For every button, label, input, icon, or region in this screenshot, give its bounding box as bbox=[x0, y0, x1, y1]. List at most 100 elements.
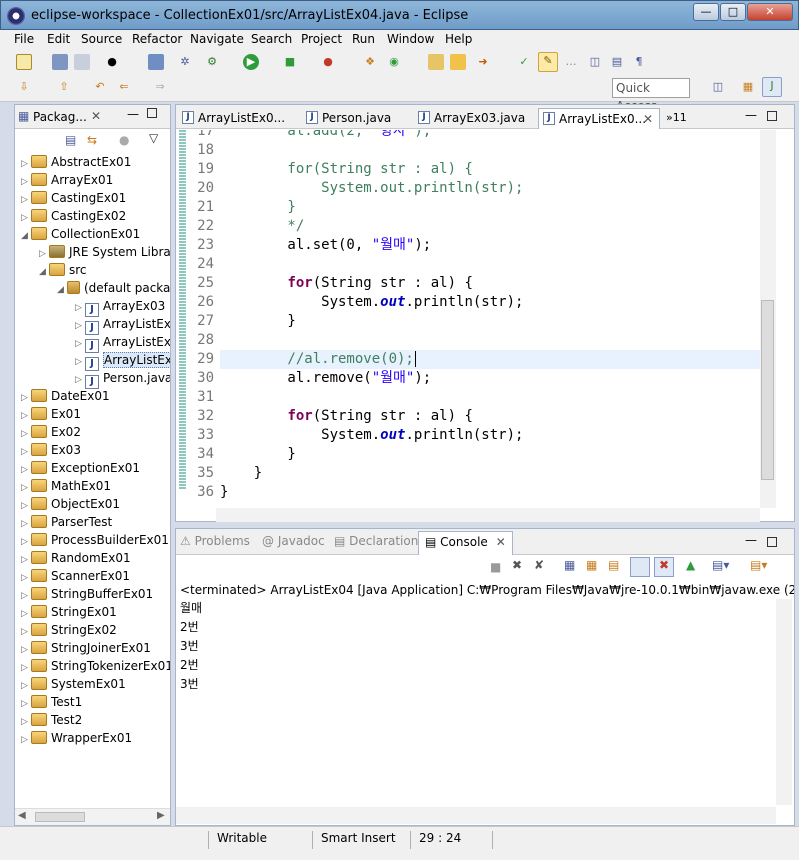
java-perspective-icon[interactable]: J bbox=[762, 77, 782, 97]
horizontal-scrollbar[interactable]: ◀ ▶ bbox=[15, 808, 170, 825]
tree-node[interactable]: ▷ CastingEx01 bbox=[21, 189, 126, 207]
minimize-view-icon[interactable]: — bbox=[127, 107, 139, 121]
editor-tab[interactable]: J Person.java bbox=[302, 108, 412, 129]
tree-node[interactable]: ▷ RandomEx01 bbox=[21, 549, 131, 567]
last-edit-location-icon[interactable]: ↶ bbox=[92, 79, 108, 95]
tree-node[interactable]: ▷ J Person.java bbox=[75, 369, 170, 389]
code-area[interactable]: 17 18 19 20 21 22 23 24 25 26 27 28 29 3… bbox=[176, 130, 794, 522]
menu-run[interactable]: Run bbox=[352, 32, 375, 46]
view-menu-icon[interactable]: ▽ bbox=[149, 131, 158, 145]
link-with-editor-icon[interactable]: ⇆ bbox=[87, 133, 97, 147]
minimize-view-icon[interactable]: — bbox=[745, 108, 757, 122]
close-icon[interactable]: ✕ bbox=[643, 109, 653, 129]
forward-icon[interactable]: ⇒ bbox=[152, 79, 168, 95]
pin-console-icon[interactable]: ▲ bbox=[686, 558, 695, 572]
display-console-icon[interactable]: ▤▾ bbox=[712, 558, 729, 572]
vertical-scrollbar[interactable] bbox=[760, 130, 776, 508]
open-folder-icon[interactable] bbox=[450, 54, 466, 70]
word-wrap-icon[interactable]: ▤ bbox=[609, 54, 625, 70]
tab-declaration[interactable]: ▤ Declaration bbox=[334, 534, 418, 548]
scroll-left-icon[interactable]: ◀ bbox=[18, 810, 26, 821]
clear-console-icon[interactable]: ▦ bbox=[564, 558, 575, 572]
show-on-error-icon[interactable]: ✖ bbox=[654, 557, 674, 577]
maximize-view-icon[interactable] bbox=[767, 537, 777, 547]
block-selection-icon[interactable]: … bbox=[563, 54, 579, 70]
open-type-icon[interactable] bbox=[428, 54, 444, 70]
maximize-view-icon[interactable] bbox=[767, 111, 777, 121]
previous-annotation-icon[interactable]: ⇧ bbox=[56, 79, 72, 95]
open-console-icon[interactable]: ▤▾ bbox=[750, 558, 767, 572]
tree-node[interactable]: ▷ J ArrayListEx bbox=[75, 333, 170, 353]
tab-overflow[interactable]: »11 bbox=[662, 108, 687, 129]
tree-node[interactable]: ▷ J ArrayListEx bbox=[75, 315, 170, 335]
menu-window[interactable]: Window bbox=[387, 32, 434, 46]
tree-node[interactable]: ▷ Ex02 bbox=[21, 423, 81, 441]
back-icon[interactable]: ⇐ bbox=[116, 79, 132, 95]
new-icon[interactable] bbox=[16, 54, 32, 70]
close-icon[interactable]: ✕ bbox=[496, 535, 506, 549]
tree-node[interactable]: ▷ ScannerEx01 bbox=[21, 567, 130, 585]
tab-javadoc[interactable]: @ Javadoc bbox=[262, 534, 325, 548]
maximize-view-icon[interactable] bbox=[147, 108, 157, 118]
menu-help[interactable]: Help bbox=[445, 32, 472, 46]
remove-all-terminated-icon[interactable]: ✘ bbox=[534, 558, 544, 572]
tree-node[interactable]: ▷ MathEx01 bbox=[21, 477, 111, 495]
menu-navigate[interactable]: Navigate bbox=[190, 32, 244, 46]
new-java-class-icon[interactable]: ◉ bbox=[386, 54, 402, 70]
tree-node[interactable]: ▷ StringJoinerEx01 bbox=[21, 639, 151, 657]
scroll-lock-icon[interactable]: ▦ bbox=[586, 558, 597, 572]
save-all-icon[interactable] bbox=[74, 54, 90, 70]
vertical-scrollbar[interactable] bbox=[776, 599, 792, 805]
close-button[interactable]: ✕ bbox=[747, 3, 793, 21]
tree-node[interactable]: ▷ Ex01 bbox=[21, 405, 81, 423]
word-wrap-icon[interactable]: ▤ bbox=[608, 558, 619, 572]
menu-refactor[interactable]: Refactor bbox=[132, 32, 182, 46]
user-icon[interactable]: ● bbox=[104, 54, 120, 70]
search-icon[interactable]: ➜ bbox=[475, 54, 491, 70]
tree-node[interactable]: ▷ WrapperEx01 bbox=[21, 729, 132, 747]
horizontal-scrollbar[interactable] bbox=[216, 508, 760, 522]
console-icon[interactable] bbox=[148, 54, 164, 70]
package-explorer-tab[interactable]: ▦ Packag... ✕ — bbox=[15, 105, 170, 129]
remove-launch-icon[interactable]: ✖ bbox=[512, 558, 522, 572]
tree-node[interactable]: ▷ StringEx02 bbox=[21, 621, 117, 639]
tree-node-selected[interactable]: ▷ J ArrayListEx bbox=[75, 351, 170, 371]
tree-node[interactable]: ▷ JRE System Librar bbox=[39, 243, 170, 261]
menu-source[interactable]: Source bbox=[81, 32, 122, 46]
tab-problems[interactable]: ⚠ Problems bbox=[180, 534, 250, 548]
coverage-icon[interactable]: ■ bbox=[282, 54, 298, 70]
close-icon[interactable]: ✕ bbox=[91, 109, 101, 123]
tree-node[interactable]: ▷ ProcessBuilderEx01 bbox=[21, 531, 169, 549]
editor-tab[interactable]: J ArrayEx03.java bbox=[414, 108, 534, 129]
scrollbar-thumb[interactable] bbox=[761, 300, 774, 480]
tree-node[interactable]: ▷ ArrayEx01 bbox=[21, 171, 113, 189]
scroll-right-icon[interactable]: ▶ bbox=[157, 810, 165, 821]
tab-console[interactable]: ▤ Console ✕ bbox=[418, 531, 513, 555]
tree-node[interactable]: ◢ src bbox=[39, 261, 87, 279]
show-on-output-icon[interactable] bbox=[630, 557, 650, 577]
scrollbar-thumb[interactable] bbox=[35, 812, 85, 822]
terminate-icon[interactable]: ■ bbox=[490, 560, 501, 574]
tree-node[interactable]: ▷ Test2 bbox=[21, 711, 82, 729]
toggle-mark-occurrences-icon[interactable]: ✎ bbox=[538, 52, 558, 72]
menu-edit[interactable]: Edit bbox=[47, 32, 70, 46]
menu-search[interactable]: Search bbox=[251, 32, 292, 46]
tree-node[interactable]: ▷ AbstractEx01 bbox=[21, 153, 131, 171]
tree-node[interactable]: ▷ CastingEx02 bbox=[21, 207, 126, 225]
minimize-view-icon[interactable]: — bbox=[745, 533, 757, 547]
tree-node[interactable]: ▷ ParserTest bbox=[21, 513, 112, 531]
tree-node[interactable]: ▷ StringTokenizerEx01 bbox=[21, 657, 170, 675]
tree-node[interactable]: ▷ J ArrayEx03 bbox=[75, 297, 165, 317]
tree-node[interactable]: ▷ DateEx01 bbox=[21, 387, 110, 405]
menu-project[interactable]: Project bbox=[301, 32, 342, 46]
console-output[interactable]: 월매 2번 3번 2번 3번 bbox=[180, 599, 202, 694]
focus-icon[interactable]: ● bbox=[119, 133, 129, 147]
tree-node[interactable]: ▷ Ex03 bbox=[21, 441, 81, 459]
tree-node[interactable]: ▷ StringEx01 bbox=[21, 603, 117, 621]
tree-node[interactable]: ▷ StringBufferEx01 bbox=[21, 585, 153, 603]
tree-node[interactable]: ◢ (default packa bbox=[57, 279, 170, 297]
quick-access-input[interactable]: Quick Access bbox=[612, 78, 690, 113]
java-ee-perspective-icon[interactable]: ▦ bbox=[740, 79, 756, 95]
show-whitespace-icon[interactable]: ◫ bbox=[587, 54, 603, 70]
new-java-package-icon[interactable]: ❖ bbox=[362, 54, 378, 70]
